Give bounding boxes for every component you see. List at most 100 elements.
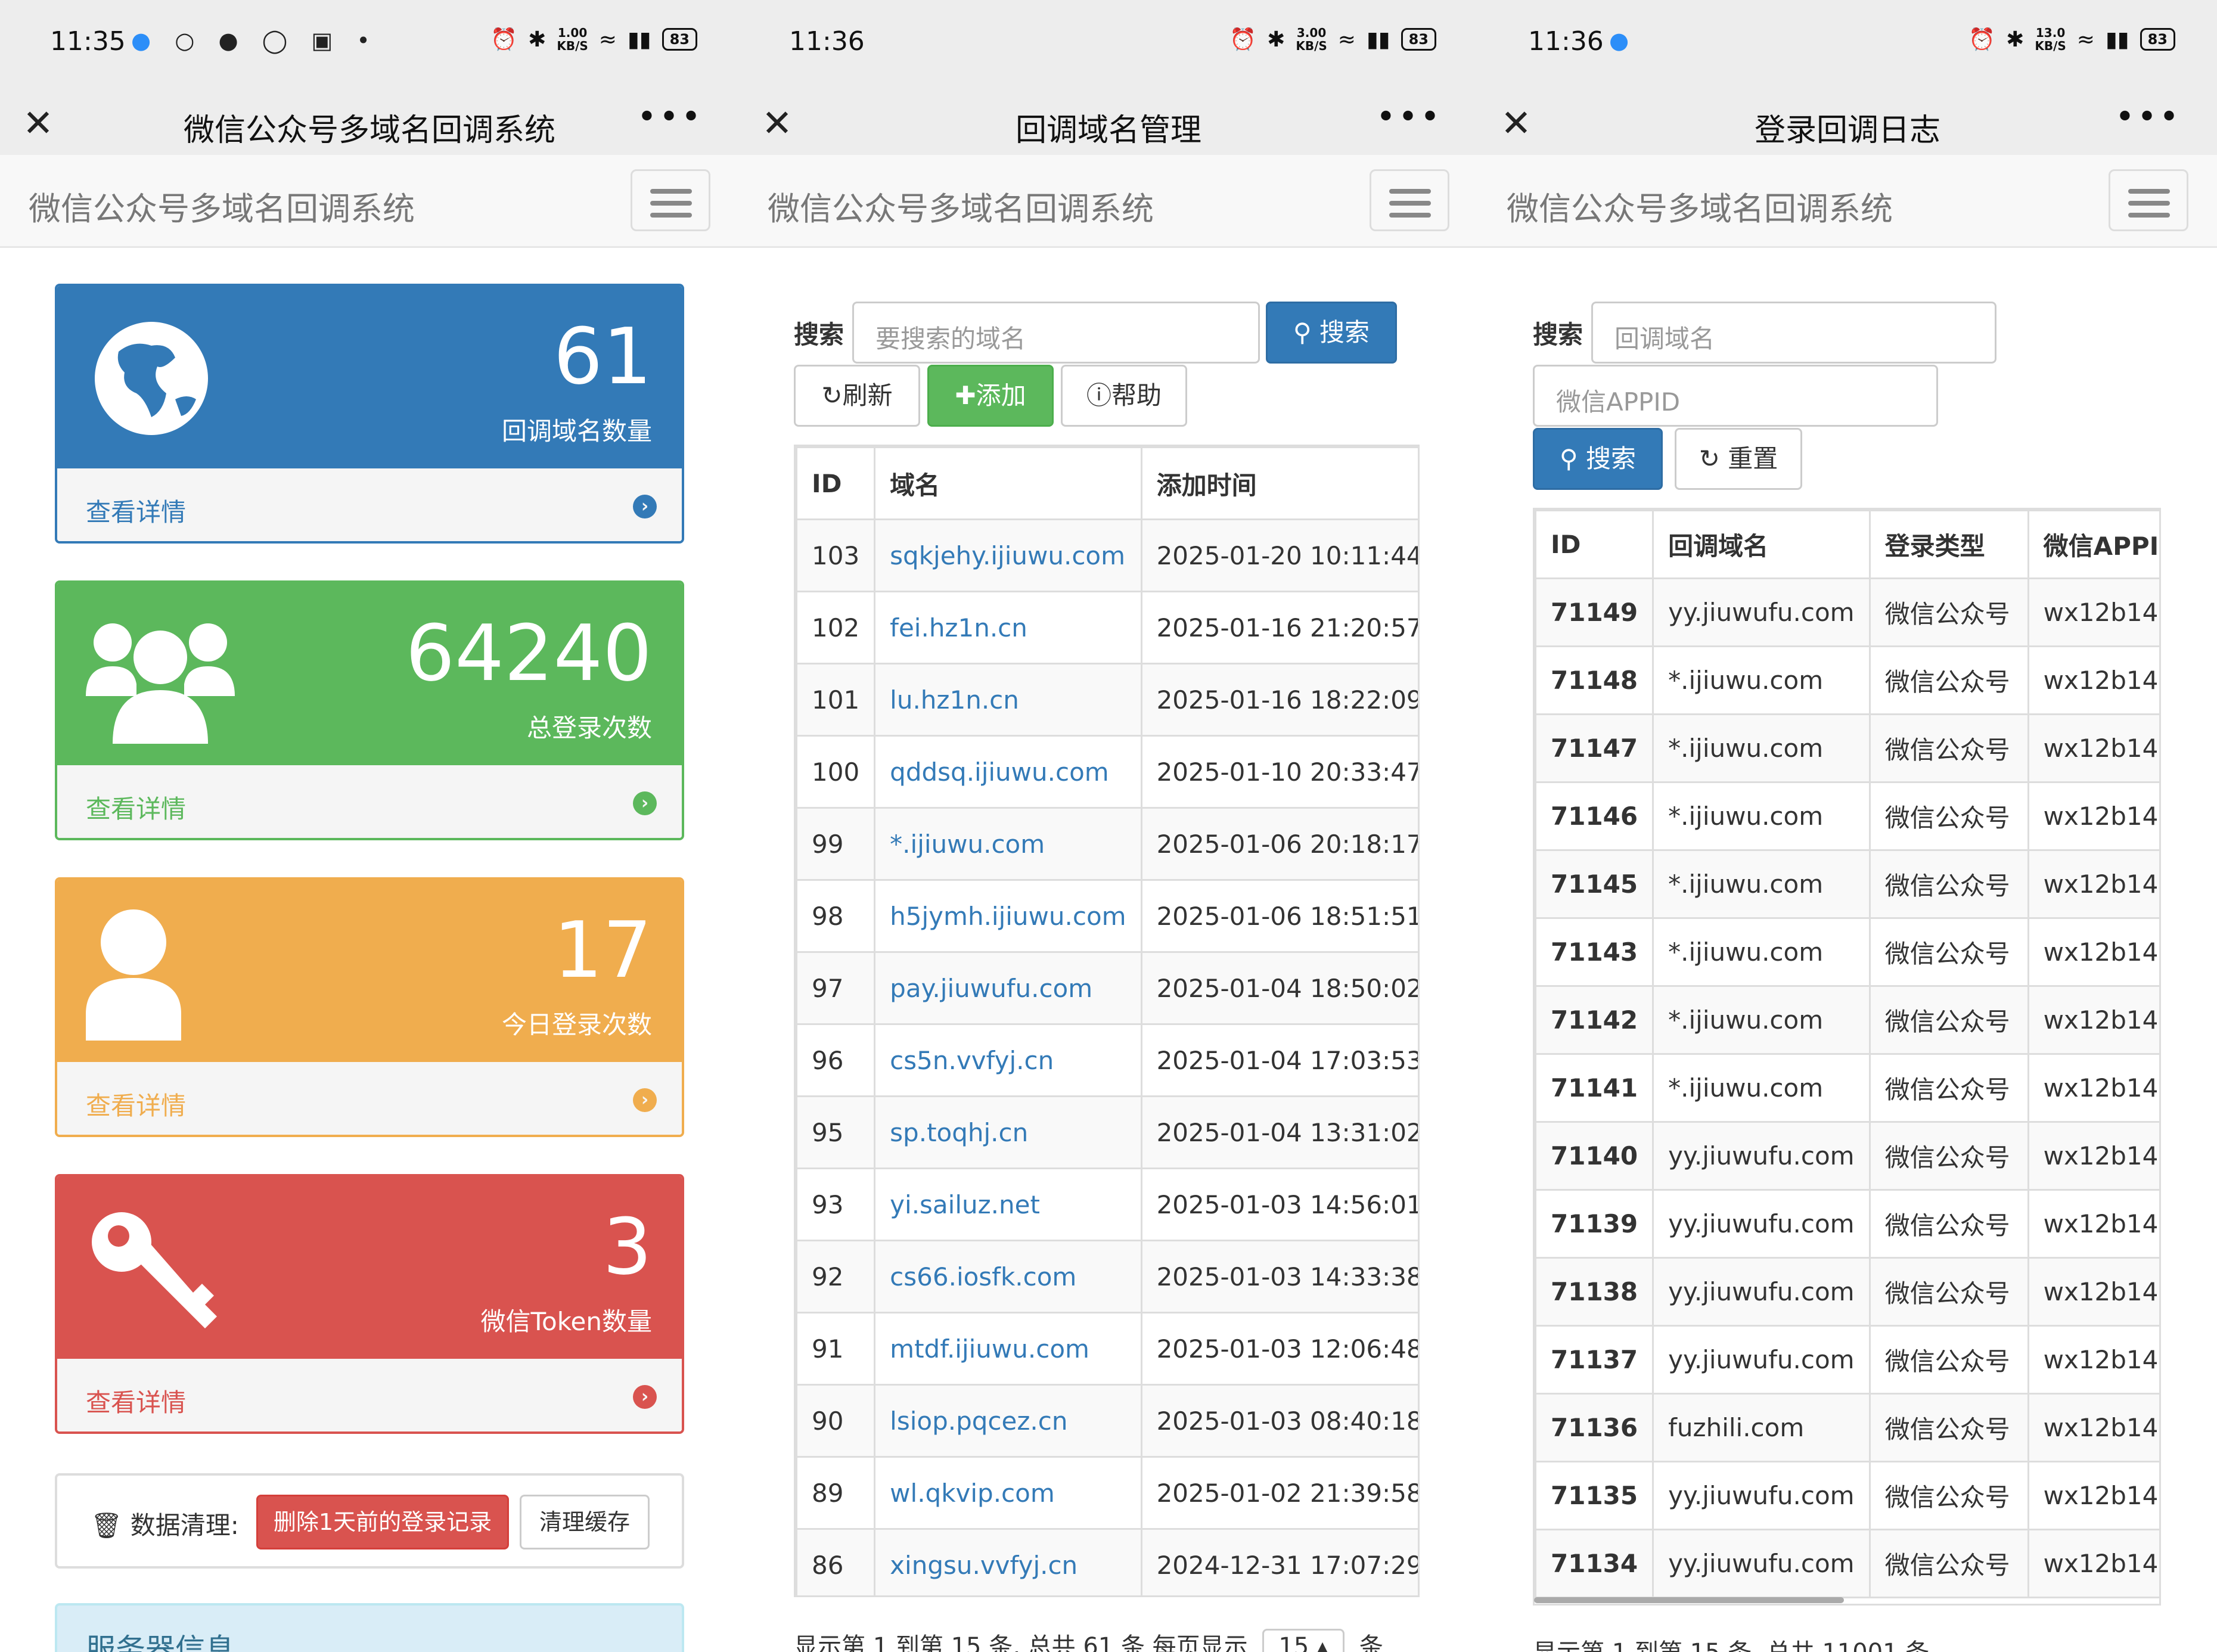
row-domain-link[interactable]: xingsu.vvfyj.cn — [874, 1528, 1142, 1595]
stat-label: 微信Token数量 — [480, 1307, 653, 1336]
stat-footer[interactable]: 查看详情 › — [57, 765, 682, 838]
row-added-time: 2025-01-02 21:39:58 — [1140, 1456, 1418, 1530]
column-header[interactable]: 添加时间 — [1140, 446, 1418, 520]
navbar-brand[interactable]: 微信公众号多域名回调系统 — [1507, 182, 1893, 229]
row-domain-link[interactable]: yi.sailuz.net — [874, 1167, 1142, 1241]
notification-icons: ● ○ ● ◯ ▣ • — [131, 27, 378, 54]
page-size-select[interactable]: 15 ▴ — [1262, 1629, 1345, 1652]
row-domain-link[interactable]: cs5n.vvfyj.cn — [874, 1023, 1142, 1097]
table-row: 71138yy.jiuwufu.com微信公众号wx12b1411c — [1535, 1257, 2159, 1327]
row-id: 102 — [796, 591, 876, 664]
stat-footer[interactable]: 查看详情 › — [57, 1062, 682, 1135]
row-domain-link[interactable]: fei.hz1n.cn — [874, 591, 1142, 664]
row-id: 98 — [796, 879, 876, 953]
row-domain-link[interactable]: sqkjehy.ijiuwu.com — [874, 518, 1142, 592]
clear-cache-button[interactable]: 清理缓存 — [520, 1495, 650, 1549]
title-bar: ✕ 回调域名管理 ••• — [739, 89, 1478, 155]
stat-footer[interactable]: 查看详情 › — [57, 468, 682, 541]
page-title: 回调域名管理 — [1015, 113, 1201, 148]
row-callback-domain: yy.jiuwufu.com — [1652, 577, 1871, 647]
table-row: 71148*.ijiuwu.com微信公众号wx12b1411c — [1535, 645, 2159, 715]
row-domain-link[interactable]: mtdf.ijiuwu.com — [874, 1312, 1142, 1386]
stat-label: 回调域名数量 — [501, 417, 652, 446]
row-login-type: 微信公众号 — [1868, 1529, 2029, 1598]
row-domain-link[interactable]: lu.hz1n.cn — [874, 663, 1142, 737]
column-header[interactable]: 微信APPID — [2027, 510, 2159, 579]
row-domain-link[interactable]: sp.toqhj.cn — [874, 1095, 1142, 1169]
row-login-type: 微信公众号 — [1868, 781, 2029, 851]
row-id: 71137 — [1535, 1325, 1654, 1395]
callback-domain-input[interactable]: 回调域名 — [1591, 302, 1996, 364]
row-domain-link[interactable]: pay.jiuwufu.com — [874, 951, 1142, 1025]
table-row: 90 lsiop.pqcez.cn 2025-01-03 08:40:18 — [796, 1384, 1418, 1458]
appid-input[interactable]: 微信APPID — [1533, 365, 1938, 427]
navbar: 微信公众号多域名回调系统 — [0, 155, 739, 248]
pagination-info: 显示第 1 到第 15 条, 总共 61 条 每页显示 15 ▴ 条 — [794, 1627, 1383, 1652]
row-callback-domain: yy.jiuwufu.com — [1652, 1461, 1871, 1530]
row-domain-link[interactable]: lsiop.pqcez.cn — [874, 1384, 1142, 1458]
row-appid: wx12b1411c — [2027, 849, 2159, 919]
alarm-icon: ⏰ — [490, 27, 518, 52]
row-id: 71135 — [1535, 1461, 1654, 1530]
status-time: 11:36 — [1528, 26, 1604, 57]
column-header[interactable]: 回调域名 — [1652, 510, 1871, 579]
menu-toggle-button[interactable] — [631, 169, 710, 231]
column-header[interactable]: 登录类型 — [1868, 510, 2029, 579]
row-id: 71143 — [1535, 917, 1654, 987]
row-domain-link[interactable]: *.ijiuwu.com — [874, 807, 1142, 881]
domain-table: ID 域名 添加时间 状 103sqkjehy.ijiuwu.com2025-0… — [794, 445, 1420, 1597]
stat-footer[interactable]: 查看详情 › — [57, 1359, 682, 1431]
more-icon[interactable]: ••• — [2115, 98, 2181, 136]
menu-toggle-button[interactable] — [1370, 169, 1449, 231]
search-button[interactable]: ⚲ 搜索 — [1533, 428, 1663, 490]
row-appid: wx12b1411c — [2027, 713, 2159, 783]
reset-button[interactable]: ↻ 重置 — [1675, 428, 1802, 490]
navbar-brand[interactable]: 微信公众号多域名回调系统 — [29, 182, 415, 229]
table-row: 98 h5jymh.ijiuwu.com 2025-01-06 18:51:51 — [796, 879, 1418, 953]
row-id: 71146 — [1535, 781, 1654, 851]
table-row: 91 mtdf.ijiuwu.com 2025-01-03 12:06:48 — [796, 1312, 1418, 1386]
row-callback-domain: yy.jiuwufu.com — [1652, 1325, 1871, 1395]
menu-toggle-button[interactable] — [2109, 169, 2188, 231]
add-button[interactable]: ✚添加 — [927, 365, 1054, 427]
more-icon[interactable]: ••• — [637, 98, 703, 136]
navbar-brand[interactable]: 微信公众号多域名回调系统 — [768, 182, 1154, 229]
view-details-link[interactable]: 查看详情 — [86, 1086, 186, 1122]
row-id: 95 — [796, 1095, 876, 1169]
navbar: 微信公众号多域名回调系统 — [739, 155, 1478, 248]
row-id: 71134 — [1535, 1529, 1654, 1598]
column-header[interactable]: 域名 — [874, 446, 1142, 520]
row-login-type: 微信公众号 — [1868, 849, 2029, 919]
row-domain-link[interactable]: wl.qkvip.com — [874, 1456, 1142, 1530]
phone-dashboard: 11:35 ● ○ ● ◯ ▣ • ⏰ ✱ 1.00 KB/S ≈ ▮▮ 83 ✕… — [0, 0, 739, 1652]
row-domain-link[interactable]: cs66.iosfk.com — [874, 1240, 1142, 1313]
refresh-icon: ↻ — [821, 381, 843, 410]
row-id: 71141 — [1535, 1053, 1654, 1123]
signal-icon: ▮▮ — [627, 27, 651, 52]
row-appid: wx12b1411c — [2027, 917, 2159, 987]
row-appid: wx12b1411c — [2027, 1257, 2159, 1327]
horizontal-scrollbar[interactable] — [1534, 1597, 1844, 1603]
row-domain-link[interactable]: h5jymh.ijiuwu.com — [874, 879, 1142, 953]
row-added-time: 2025-01-04 13:31:02 — [1140, 1095, 1418, 1169]
search-button[interactable]: ⚲ 搜索 — [1266, 302, 1397, 364]
view-details-link[interactable]: 查看详情 — [86, 789, 186, 825]
row-domain-link[interactable]: qddsq.ijiuwu.com — [874, 735, 1142, 809]
view-details-link[interactable]: 查看详情 — [86, 492, 186, 529]
table-row: 71135yy.jiuwufu.com微信公众号wx12b1411c — [1535, 1461, 2159, 1530]
table-row: 71139yy.jiuwufu.com微信公众号wx12b1411c — [1535, 1189, 2159, 1259]
domain-search-input[interactable]: 要搜索的域名 — [852, 302, 1260, 364]
data-cleanup-panel: 🗑 数据清理: 删除1天前的登录记录 清理缓存 — [55, 1473, 684, 1569]
refresh-button[interactable]: ↻刷新 — [794, 365, 920, 427]
column-header[interactable]: ID — [1535, 510, 1654, 579]
page-title: 微信公众号多域名回调系统 — [183, 113, 555, 148]
view-details-link[interactable]: 查看详情 — [86, 1383, 186, 1419]
more-icon[interactable]: ••• — [1376, 98, 1442, 136]
column-header[interactable]: ID — [796, 446, 876, 520]
server-info-panel: 服务器信息 — [55, 1603, 684, 1652]
help-button[interactable]: ⓘ帮助 — [1061, 365, 1187, 427]
delete-old-logs-button[interactable]: 删除1天前的登录记录 — [256, 1495, 509, 1549]
status-right: ⏰ ✱ 3.00 KB/S ≈ ▮▮ 83 — [1229, 26, 1436, 52]
row-id: 92 — [796, 1240, 876, 1313]
battery-indicator: 83 — [2140, 28, 2175, 51]
